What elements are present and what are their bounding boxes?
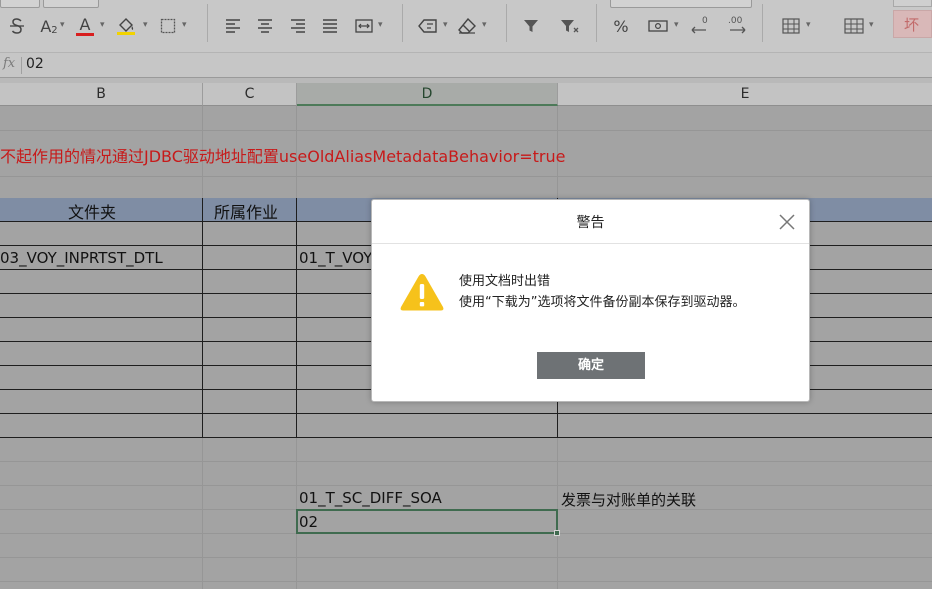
column-header-d[interactable]: D (297, 83, 558, 106)
active-cell-selection[interactable] (296, 509, 558, 534)
percent-label: % (613, 16, 629, 36)
borders-icon[interactable] (157, 12, 179, 40)
cell-b-row1[interactable]: 03_VOY_INPRTST_DTL (0, 249, 163, 267)
toolbar-separator (506, 4, 507, 42)
formula-input[interactable]: 02 (26, 56, 44, 72)
toolbar-fragment[interactable] (610, 0, 752, 8)
table-border (0, 413, 932, 414)
ok-button[interactable]: 确定 (537, 352, 645, 379)
table-border (0, 437, 932, 438)
align-right-icon[interactable] (287, 12, 309, 40)
merge-dropdown-icon[interactable]: ▾ (378, 21, 386, 30)
decrease-decimal-icon[interactable] (688, 12, 712, 40)
gridline (0, 461, 932, 462)
table-border (296, 198, 297, 438)
top-label-fragment[interactable] (893, 0, 932, 7)
subscript-icon[interactable]: A2 (36, 12, 62, 40)
table-style-icon[interactable] (842, 12, 866, 40)
cell-e-row2[interactable]: 发票与对账单的关联 (561, 489, 696, 510)
fx-icon[interactable]: fx (3, 56, 15, 71)
table-style-dropdown-icon[interactable]: ▾ (869, 21, 877, 30)
cell-d-row2[interactable]: 01_T_SC_DIFF_SOA (299, 489, 442, 507)
font-color-label: A (79, 14, 91, 34)
clear-filter-icon[interactable] (558, 12, 582, 40)
wrap-text-icon[interactable] (416, 12, 440, 40)
close-icon[interactable] (777, 212, 797, 232)
column-header-c[interactable]: C (203, 83, 297, 106)
column-header-b[interactable]: B (0, 83, 203, 106)
toolbar-separator (596, 4, 597, 42)
gridline (0, 130, 932, 131)
table-border (202, 198, 203, 438)
subscript-label: A (40, 16, 52, 36)
align-center-icon[interactable] (254, 12, 276, 40)
dialog-header: 警告 (372, 200, 809, 244)
gridline (0, 176, 932, 177)
toolbar-fragment[interactable] (43, 0, 99, 8)
toolbar: A2 ▾ A ▾ ▾ ▾ ▾ ▾ ▾ % ▾ 0 .00 ▾ ▾ 坏 (0, 0, 932, 52)
fill-handle[interactable] (554, 530, 560, 536)
fill-color-dropdown-icon[interactable]: ▾ (143, 21, 151, 30)
subscript-sub: 2 (51, 24, 58, 36)
borders-dropdown-icon[interactable]: ▾ (182, 21, 190, 30)
justify-icon[interactable] (319, 12, 341, 40)
header-folder[interactable]: 文件夹 (68, 199, 116, 223)
cell-d-row1[interactable]: 01_T_VOY (299, 249, 372, 267)
font-color-bar (76, 32, 94, 36)
currency-icon[interactable] (646, 12, 670, 40)
decrease-decimal-sub: 0 (702, 16, 708, 26)
dialog-message-line2: 使用“下载为”选项将文件备份副本保存到驱动器。 (459, 295, 746, 310)
align-left-icon[interactable] (222, 12, 244, 40)
warning-icon (399, 271, 445, 313)
toolbar-fragment[interactable] (0, 0, 40, 8)
fill-color-bar (117, 32, 135, 35)
font-color-dropdown-icon[interactable]: ▾ (100, 21, 108, 30)
insert-dropdown-icon[interactable]: ▾ (806, 21, 814, 30)
strikethrough-icon[interactable] (6, 12, 28, 40)
clear-dropdown-icon[interactable]: ▾ (482, 21, 490, 30)
wrap-dropdown-icon[interactable]: ▾ (443, 21, 451, 30)
toolbar-separator (762, 4, 763, 42)
gridline (0, 485, 932, 486)
currency-dropdown-icon[interactable]: ▾ (674, 21, 682, 30)
insert-cells-icon[interactable] (780, 12, 802, 40)
dialog-message-line1: 使用文档时出错 (459, 274, 551, 289)
gridline (0, 581, 932, 582)
toolbar-separator (402, 4, 403, 42)
font-color-icon[interactable]: A (74, 12, 96, 40)
warning-dialog: 警告 使用文档时出错 使用“下载为”选项将文件备份副本保存到驱动器。 确定 (371, 199, 810, 402)
note-text[interactable]: 不起作用的情况通过JDBC驱动地址配置useOldAliasMetadataBe… (0, 143, 565, 167)
fill-color-icon[interactable] (114, 12, 138, 40)
status-badge[interactable]: 坏 (893, 10, 932, 38)
clear-icon[interactable] (455, 12, 479, 40)
increase-decimal-sub: .00 (728, 16, 743, 26)
filter-icon[interactable] (520, 12, 542, 40)
gridline (0, 557, 932, 558)
merge-cells-icon[interactable] (352, 12, 376, 40)
dialog-title: 警告 (576, 215, 605, 231)
toolbar-separator (207, 4, 208, 42)
header-job[interactable]: 所属作业 (214, 199, 278, 223)
subscript-dropdown-icon[interactable]: ▾ (60, 21, 68, 30)
formula-bar: fx 02 (0, 52, 932, 78)
percent-icon[interactable]: % (610, 12, 632, 40)
column-header-e[interactable]: E (558, 83, 932, 106)
formula-divider (21, 57, 22, 74)
